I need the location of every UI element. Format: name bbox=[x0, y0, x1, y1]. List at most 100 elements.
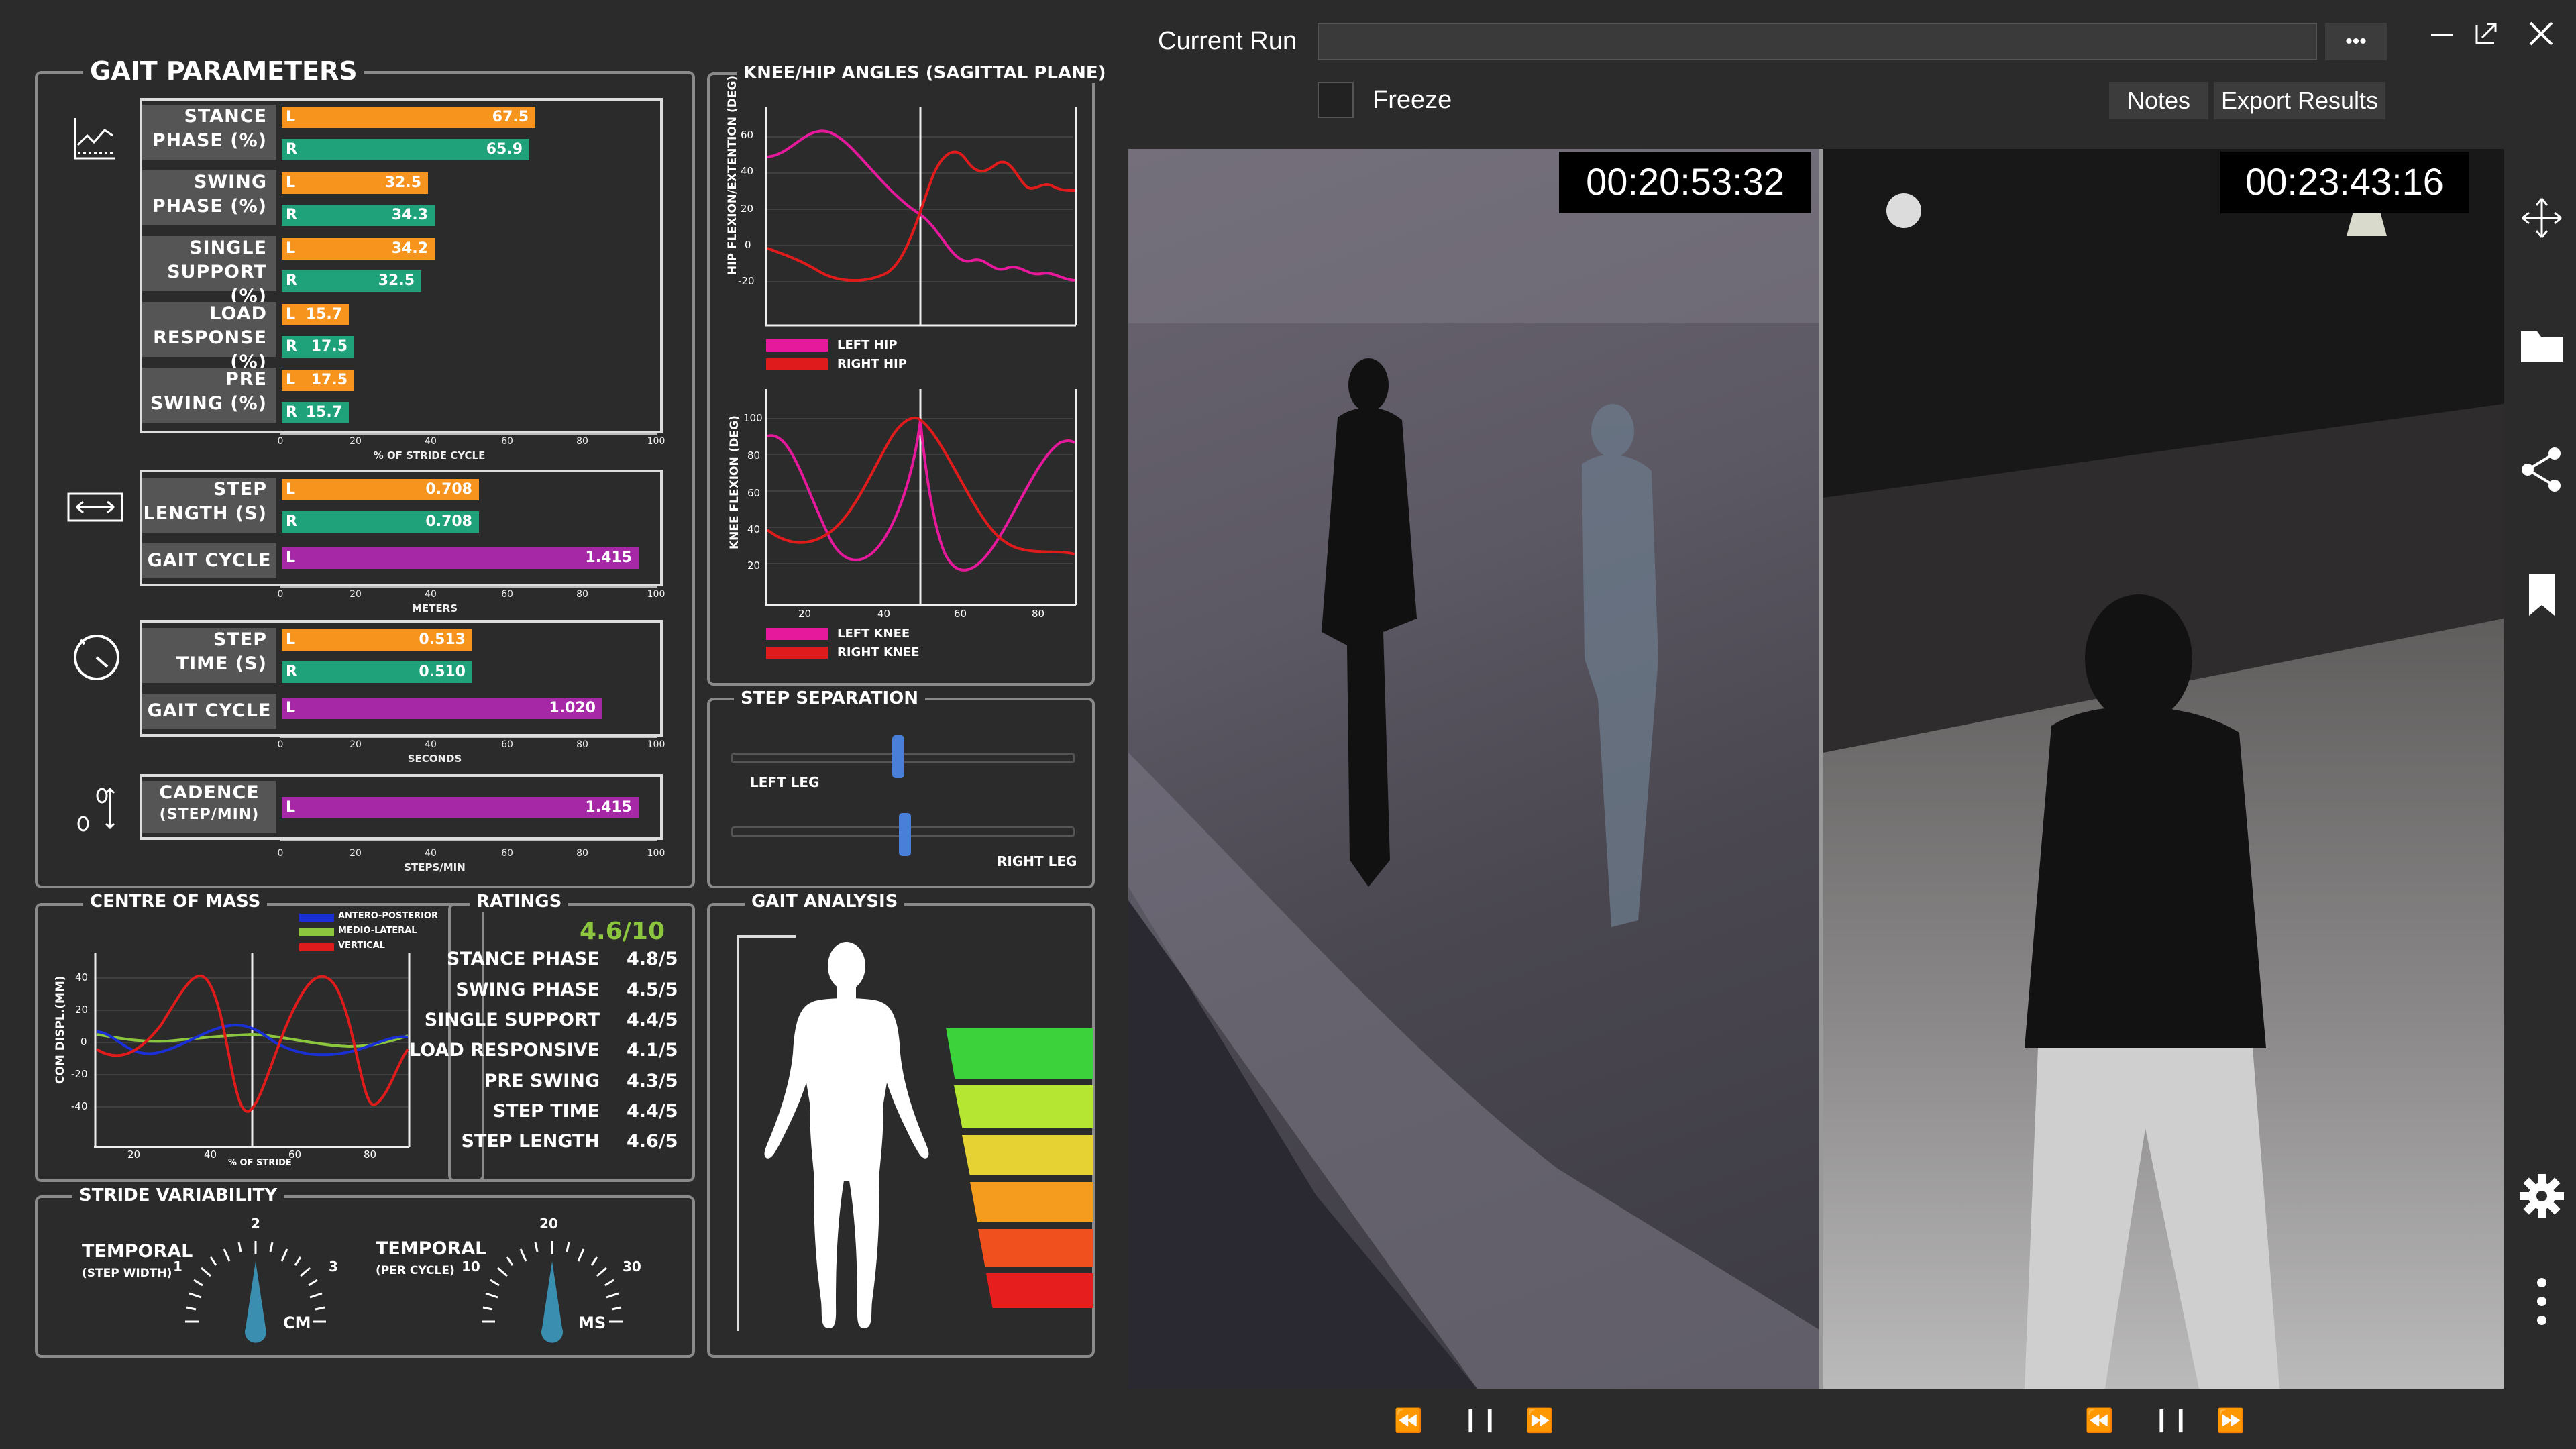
hip-ytick: 20 bbox=[741, 203, 754, 215]
gait-cycle-label: GAIT CYCLE bbox=[142, 694, 276, 729]
gauge2-min: 10 bbox=[462, 1258, 480, 1275]
stride-tick: 40 bbox=[425, 436, 437, 447]
left-scene bbox=[1128, 149, 1819, 1389]
move-icon[interactable] bbox=[2518, 195, 2565, 241]
steps-tick: 80 bbox=[576, 848, 588, 859]
rating-row: SWING PHASE 4.5/5 bbox=[455, 979, 678, 1000]
com-ylabel: COM DISPL.(MM) bbox=[54, 975, 67, 1084]
right-leg-slider-handle[interactable] bbox=[899, 813, 911, 856]
knee-ytick: 100 bbox=[743, 412, 763, 424]
stance-right-bar: R 65.9 bbox=[282, 139, 529, 160]
scale-step-5 bbox=[978, 1229, 1093, 1267]
meters-axis bbox=[280, 586, 657, 588]
meters-tick: 60 bbox=[501, 589, 513, 600]
hip-ytick: 60 bbox=[741, 129, 754, 141]
gauge2-max: 30 bbox=[623, 1258, 641, 1275]
steps-axis-unit: STEPS/MIN bbox=[404, 861, 466, 873]
step-length-label: STEP LENGTH (S) bbox=[142, 478, 276, 533]
overall-rating: 4.6/10 bbox=[580, 918, 665, 945]
seconds-tick: 20 bbox=[350, 739, 362, 750]
load-response-right-bar: R 17.5 bbox=[282, 336, 354, 358]
right-hip-legend-label: RIGHT HIP bbox=[837, 357, 907, 371]
right-knee-legend-swatch bbox=[766, 647, 828, 659]
bracket-line bbox=[737, 935, 796, 938]
stride-tick: 20 bbox=[350, 436, 362, 447]
gauge1-unit: CM bbox=[283, 1313, 311, 1332]
com-chart bbox=[94, 953, 411, 1148]
gait-parameters-title: GAIT PARAMETERS bbox=[83, 56, 364, 86]
left-fast-forward-icon[interactable]: ⏩ bbox=[1525, 1407, 1554, 1434]
right-pause-icon[interactable]: ❙❙ bbox=[2152, 1406, 2190, 1433]
right-fast-forward-icon[interactable]: ⏩ bbox=[2216, 1407, 2245, 1434]
knee-angle-chart bbox=[765, 389, 1077, 606]
right-hip-legend-swatch bbox=[766, 358, 828, 370]
popout-icon[interactable] bbox=[2473, 20, 2500, 47]
minimize-icon[interactable] bbox=[2428, 20, 2455, 47]
left-knee-legend-label: LEFT KNEE bbox=[837, 627, 910, 641]
distance-icon bbox=[67, 487, 123, 527]
gait-analysis-title: GAIT ANALYSIS bbox=[745, 891, 905, 912]
hip-ylabel: HIP FLEXION/EXTENTION (DEG) bbox=[726, 75, 739, 275]
bracket-line bbox=[737, 935, 739, 1331]
left-hip-legend-swatch bbox=[766, 339, 828, 352]
export-results-button[interactable]: Export Results bbox=[2214, 82, 2385, 119]
right-video-feed[interactable] bbox=[1823, 149, 2504, 1389]
hip-ytick: 40 bbox=[741, 165, 754, 177]
step-time-label: STEP TIME (S) bbox=[142, 628, 276, 683]
right-rewind-icon[interactable]: ⏪ bbox=[2085, 1407, 2113, 1434]
com-xtick: 80 bbox=[364, 1148, 377, 1161]
left-knee-legend-swatch bbox=[766, 628, 828, 640]
gear-icon[interactable] bbox=[2518, 1173, 2565, 1220]
left-video-feed[interactable] bbox=[1128, 149, 1819, 1389]
gait-cycle-bar: L 1.415 bbox=[282, 547, 639, 569]
more-vertical-icon[interactable] bbox=[2518, 1275, 2565, 1328]
gait-cycle-bar: L 1.020 bbox=[282, 698, 602, 719]
left-hip-legend-label: LEFT HIP bbox=[837, 338, 898, 352]
com-xtick: 20 bbox=[127, 1148, 141, 1161]
ap-legend-swatch bbox=[299, 914, 334, 922]
freeze-checkbox[interactable] bbox=[1318, 82, 1354, 118]
knee-ytick: 40 bbox=[747, 523, 761, 535]
bookmark-icon[interactable] bbox=[2518, 572, 2565, 619]
footsteps-icon bbox=[72, 784, 117, 835]
single-support-label: SINGLE SUPPORT (%) bbox=[142, 236, 276, 307]
rating-row: STANCE PHASE 4.8/5 bbox=[446, 949, 678, 969]
per-cycle-gauge bbox=[482, 1241, 623, 1343]
current-run-label: Current Run bbox=[1158, 27, 1297, 55]
left-rewind-icon[interactable]: ⏪ bbox=[1394, 1407, 1422, 1434]
stride-tick: 80 bbox=[576, 436, 588, 447]
chart-icon bbox=[71, 115, 118, 162]
left-pause-icon[interactable]: ❙❙ bbox=[1461, 1406, 1499, 1433]
folder-icon[interactable] bbox=[2518, 322, 2565, 369]
notes-button[interactable]: Notes bbox=[2109, 82, 2208, 119]
gauge1-min: 1 bbox=[173, 1258, 182, 1275]
meters-axis-unit: METERS bbox=[411, 602, 458, 614]
seconds-axis-unit: SECONDS bbox=[407, 753, 462, 765]
steps-tick: 0 bbox=[277, 848, 284, 859]
gauge2-sub: (PER CYCLE) bbox=[376, 1264, 455, 1277]
com-ytick: 20 bbox=[75, 1004, 89, 1016]
meters-tick: 20 bbox=[350, 589, 362, 600]
step-length-left-bar: L 0.708 bbox=[282, 479, 479, 500]
seconds-tick: 0 bbox=[277, 739, 284, 750]
meters-tick: 80 bbox=[576, 589, 588, 600]
swing-phase-label: SWING PHASE (%) bbox=[142, 170, 276, 225]
left-leg-slider-handle[interactable] bbox=[892, 735, 904, 778]
current-run-input[interactable] bbox=[1318, 23, 2317, 60]
swing-right-bar: R 34.3 bbox=[282, 205, 435, 226]
right-scene bbox=[1823, 149, 2504, 1389]
stride-axis bbox=[280, 433, 657, 435]
com-ytick: -40 bbox=[71, 1100, 88, 1112]
step-separation-title: STEP SEPARATION bbox=[734, 688, 926, 708]
gauge2-unit: MS bbox=[578, 1313, 606, 1332]
more-options-button[interactable]: ••• bbox=[2325, 23, 2387, 60]
seconds-tick: 100 bbox=[647, 739, 665, 750]
com-xunit: % OF STRIDE bbox=[228, 1158, 292, 1168]
steps-tick: 100 bbox=[647, 848, 665, 859]
close-icon[interactable] bbox=[2526, 19, 2556, 48]
share-icon[interactable] bbox=[2518, 445, 2565, 492]
stance-phase-label: STANCE PHASE (%) bbox=[142, 105, 276, 160]
step-length-right-bar: R 0.708 bbox=[282, 511, 479, 533]
right-timestamp: 00:23:43:16 bbox=[2220, 152, 2469, 213]
hip-angle-chart bbox=[765, 107, 1077, 327]
